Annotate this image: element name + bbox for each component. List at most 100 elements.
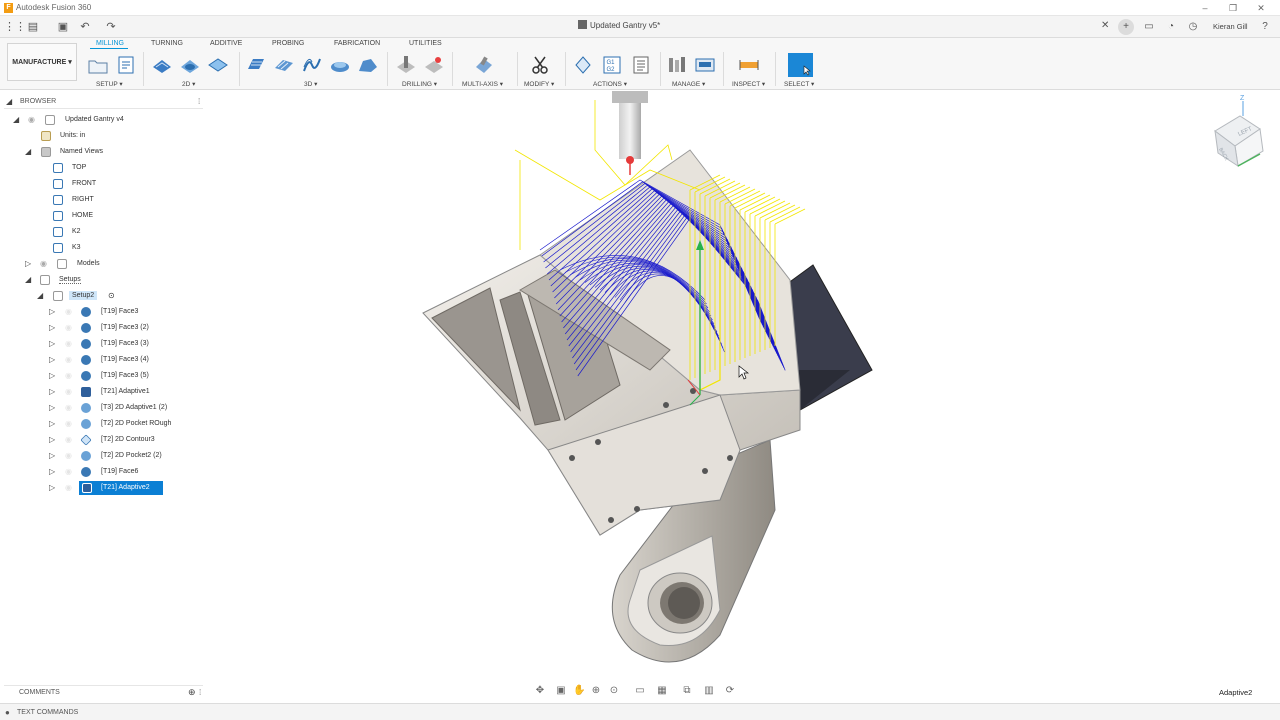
minimize-icon[interactable]: – xyxy=(1197,2,1213,14)
file-icon[interactable]: ▤ xyxy=(26,20,40,34)
expand-operation-icon[interactable]: ▷ xyxy=(49,388,57,396)
tab-milling[interactable]: MILLING xyxy=(96,40,124,47)
help-icon[interactable]: ? xyxy=(1257,19,1273,35)
collapse-setups-icon[interactable]: ◢ xyxy=(25,276,33,284)
expand-operation-icon[interactable]: ▷ xyxy=(49,324,57,332)
expand-operation-icon[interactable]: ▷ xyxy=(49,468,57,476)
clock-icon[interactable]: ◷ xyxy=(1185,19,1201,35)
operation-item[interactable]: ▷ ◉ [T19] Face3 (2) xyxy=(0,321,203,335)
collapse-browser-icon[interactable]: ◢ xyxy=(6,98,14,106)
grid-icon[interactable]: ▦ xyxy=(656,685,668,697)
3d-contour-icon[interactable] xyxy=(329,55,351,75)
tab-turning[interactable]: TURNING xyxy=(151,40,183,47)
operation-item[interactable]: ▷ ◉ [T3] 2D Adaptive1 (2) xyxy=(0,401,203,415)
collapse-root-icon[interactable]: ◢ xyxy=(13,116,21,124)
active-setup-icon[interactable]: ⊙ xyxy=(108,292,115,300)
group-2d[interactable]: 2D ▾ xyxy=(182,80,195,88)
operation-item[interactable]: ▷ ◉ [T2] 2D Pocket ROugh xyxy=(0,417,203,431)
operation-item[interactable]: ▷ ◉ [T2] 2D Pocket2 (2) xyxy=(0,449,203,463)
comments-panel[interactable]: COMMENTS ⊕ ⁞ xyxy=(4,685,203,699)
expand-operation-icon[interactable]: ▷ xyxy=(49,372,57,380)
new-tab-icon[interactable]: + xyxy=(1118,19,1134,35)
expand-operation-icon[interactable]: ▷ xyxy=(49,308,57,316)
3d-parallel-icon[interactable] xyxy=(301,55,323,75)
visibility-eye-icon[interactable]: ◉ xyxy=(65,324,75,332)
named-view-item[interactable]: HOME xyxy=(0,209,203,223)
tree-setup[interactable]: ◢ Setup2 ⊙ xyxy=(0,289,203,303)
zoom-icon[interactable]: ⊕ xyxy=(590,685,602,697)
tool-library-icon[interactable] xyxy=(666,55,688,75)
named-view-item[interactable]: RIGHT xyxy=(0,193,203,207)
post-process-icon[interactable]: G1 G2 xyxy=(601,55,623,75)
visibility-eye-icon[interactable]: ◉ xyxy=(65,404,75,412)
operation-item[interactable]: ▷ ◉ [T19] Face6 xyxy=(0,465,203,479)
visibility-eye-icon[interactable]: ◉ xyxy=(40,260,50,268)
named-view-item[interactable]: K2 xyxy=(0,225,203,239)
machine-library-icon[interactable] xyxy=(694,55,716,75)
3d-scallop-icon[interactable] xyxy=(357,55,379,75)
tree-units[interactable]: Units: in xyxy=(0,129,203,143)
visibility-eye-icon[interactable]: ◉ xyxy=(28,116,38,124)
3d-adaptive-clearing-icon[interactable] xyxy=(245,55,267,75)
save-icon[interactable]: ▣ xyxy=(56,20,70,34)
expand-operation-icon[interactable]: ▷ xyxy=(49,404,57,412)
new-folder-icon[interactable] xyxy=(87,55,109,75)
job-status-icon[interactable]: ◔ xyxy=(1163,19,1179,35)
browser-header[interactable]: ◢ BROWSER ⁞ xyxy=(4,95,203,109)
group-drilling[interactable]: DRILLING ▾ xyxy=(402,80,437,88)
viewcube[interactable]: LEFT BACK Z xyxy=(1205,91,1280,171)
expand-operation-icon[interactable]: ▷ xyxy=(49,484,57,492)
operation-item[interactable]: ▷ ◉ [T19] Face3 (5) xyxy=(0,369,203,383)
group-3d[interactable]: 3D ▾ xyxy=(304,80,317,88)
drill-icon[interactable] xyxy=(395,55,417,75)
user-name[interactable]: Kieran Gill xyxy=(1213,22,1248,31)
document-tab[interactable]: Updated Gantry v5* xyxy=(578,20,660,30)
expand-operation-icon[interactable]: ▷ xyxy=(49,340,57,348)
pan-icon[interactable]: ✋ xyxy=(573,685,585,697)
hole-recognition-icon[interactable] xyxy=(423,55,445,75)
tab-additive[interactable]: ADDITIVE xyxy=(210,40,242,47)
section-icon[interactable]: ▥ xyxy=(703,685,715,697)
tree-named-views[interactable]: ◢ Named Views xyxy=(0,145,203,159)
redo-icon[interactable]: ↷ xyxy=(104,20,118,34)
expand-operation-icon[interactable]: ▷ xyxy=(49,436,57,444)
visibility-eye-icon[interactable]: ◉ xyxy=(65,484,75,492)
text-commands-bar[interactable]: ● TEXT COMMANDS xyxy=(0,703,1280,720)
tree-setups[interactable]: ◢ Setups xyxy=(0,273,203,287)
expand-operation-icon[interactable]: ▷ xyxy=(49,356,57,364)
named-view-item[interactable]: K3 xyxy=(0,241,203,255)
named-view-item[interactable]: TOP xyxy=(0,161,203,175)
visibility-eye-icon[interactable]: ◉ xyxy=(65,340,75,348)
panel-grip-icon[interactable]: ⁞ xyxy=(199,688,201,697)
multi-axis-icon[interactable] xyxy=(473,55,495,75)
maximize-icon[interactable]: ❐ xyxy=(1225,2,1241,14)
expand-models-icon[interactable]: ▷ xyxy=(25,260,33,268)
simulate-icon[interactable] xyxy=(572,55,594,75)
visibility-eye-icon[interactable]: ◉ xyxy=(65,452,75,460)
group-modify[interactable]: MODIFY ▾ xyxy=(524,80,554,88)
refresh-icon[interactable]: ⟳ xyxy=(724,685,736,697)
fit-icon[interactable]: ⊙ xyxy=(608,685,620,697)
tree-models[interactable]: ▷ ◉ Models xyxy=(0,257,203,271)
collapse-named-views-icon[interactable]: ◢ xyxy=(25,148,33,156)
operation-item[interactable]: ▷ ◉ [T19] Face3 (4) xyxy=(0,353,203,367)
scissors-icon[interactable] xyxy=(529,55,551,75)
visibility-eye-icon[interactable]: ◉ xyxy=(65,308,75,316)
visibility-eye-icon[interactable]: ◉ xyxy=(65,468,75,476)
3d-pocket-clearing-icon[interactable] xyxy=(273,55,295,75)
group-multi-axis[interactable]: MULTI-AXIS ▾ xyxy=(462,80,503,88)
look-at-icon[interactable]: ▣ xyxy=(555,685,567,697)
2d-adaptive-icon[interactable] xyxy=(151,55,173,75)
part-model[interactable] xyxy=(205,91,1280,682)
select-tool-icon[interactable] xyxy=(788,53,813,77)
operation-item[interactable]: ▷ ◉ [T19] Face3 xyxy=(0,305,203,319)
new-setup-icon[interactable] xyxy=(115,55,137,75)
add-comment-icon[interactable]: ⊕ xyxy=(188,688,196,697)
notifications-icon[interactable]: ▭ xyxy=(1141,19,1157,35)
orbit-icon[interactable]: ✥ xyxy=(534,685,546,697)
operation-item[interactable]: ▷ ◉ [T19] Face3 (3) xyxy=(0,337,203,351)
text-commands-toggle-icon[interactable]: ● xyxy=(5,708,10,717)
measure-icon[interactable] xyxy=(738,55,760,75)
panel-grip-icon[interactable]: ⁞ xyxy=(198,97,200,106)
close-tab-icon[interactable]: ✕ xyxy=(1101,20,1109,31)
